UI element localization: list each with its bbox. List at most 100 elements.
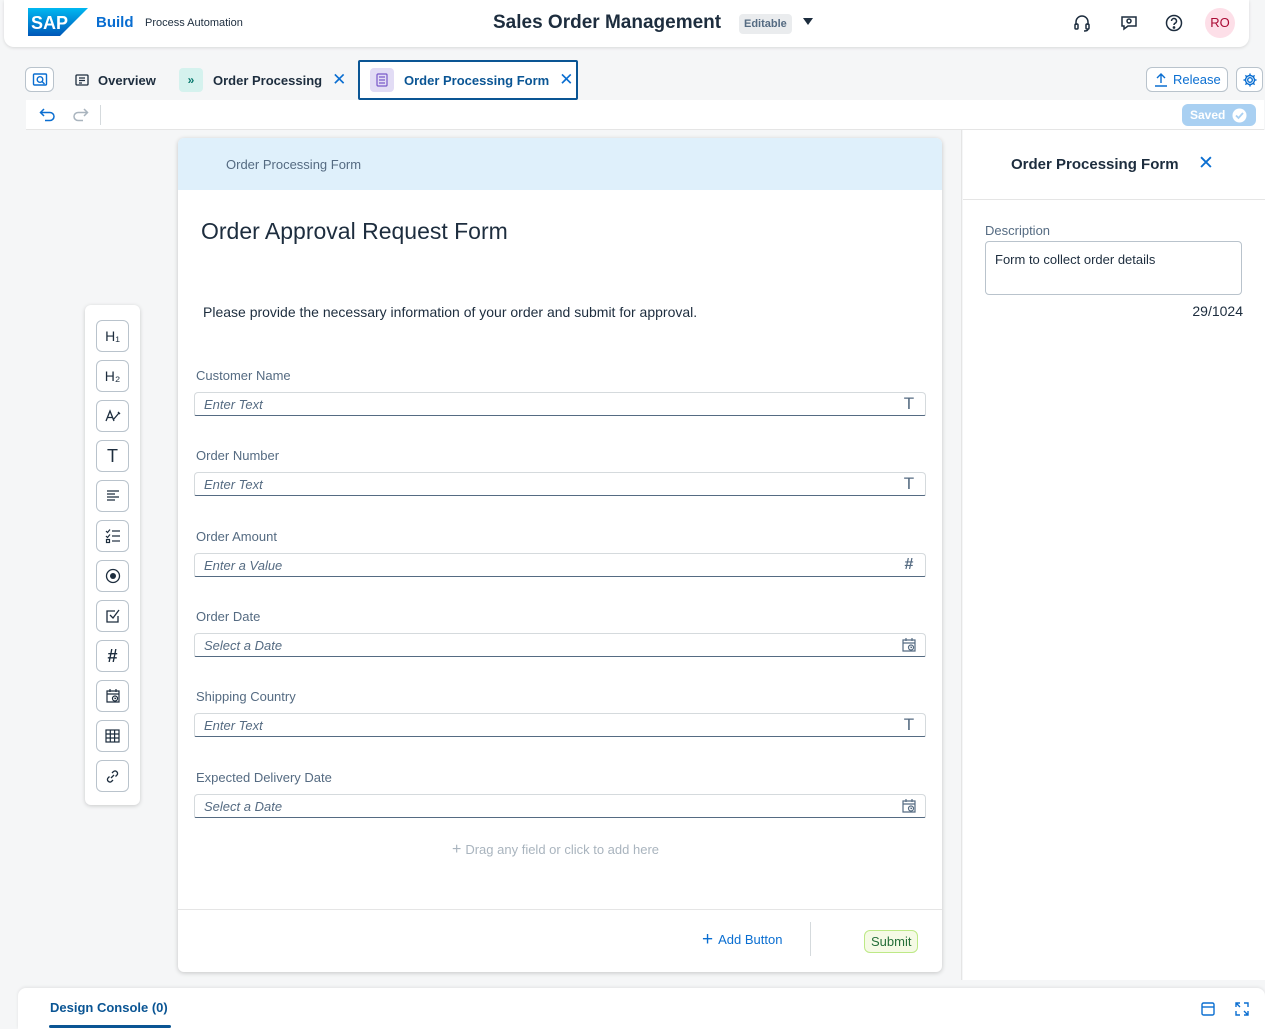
- tab-label: Overview: [98, 72, 156, 88]
- field-label-order-amount: Order Amount: [196, 529, 277, 544]
- form-title[interactable]: Order Approval Request Form: [201, 218, 508, 245]
- heading1-icon: H₁: [105, 328, 120, 344]
- feedback-icon[interactable]: [1119, 13, 1139, 33]
- add-button-button[interactable]: + Add Button: [702, 928, 783, 950]
- add-paragraph-button[interactable]: [96, 400, 129, 432]
- avatar[interactable]: RO: [1205, 8, 1235, 38]
- undo-icon[interactable]: [39, 107, 56, 122]
- tab-order-processing[interactable]: » Order Processing ✕: [179, 60, 346, 100]
- number-type-icon: #: [904, 556, 914, 573]
- gear-icon: [1243, 73, 1257, 87]
- headset-icon[interactable]: [1072, 13, 1092, 33]
- heading2-icon: H₂: [104, 368, 121, 384]
- console-tab-indicator: [49, 1025, 171, 1028]
- check-circle-icon: [1232, 108, 1247, 122]
- text-type-icon: T: [903, 715, 915, 734]
- settings-button[interactable]: [1236, 67, 1263, 92]
- add-checklist-button[interactable]: [96, 520, 129, 552]
- svg-text:SAP: SAP: [31, 13, 68, 33]
- process-icon: »: [179, 68, 203, 92]
- drop-zone-hint[interactable]: + Drag any field or click to add here: [452, 841, 659, 859]
- add-number-button[interactable]: #: [96, 640, 129, 672]
- add-heading2-button[interactable]: H₂: [96, 360, 129, 392]
- field-label-order-date: Order Date: [196, 609, 261, 624]
- form-header: Order Processing Form: [178, 138, 942, 190]
- saved-status: Saved: [1182, 104, 1256, 126]
- add-textarea-button[interactable]: [96, 480, 129, 512]
- description-textarea[interactable]: Form to collect order details: [985, 241, 1242, 295]
- table-icon: [105, 729, 120, 743]
- status-badge: Editable: [739, 14, 792, 34]
- tab-order-processing-form[interactable]: Order Processing Form ✕: [358, 60, 578, 100]
- field-placeholder: Enter a Value: [204, 558, 283, 573]
- expected-delivery-date-input[interactable]: Select a Date: [194, 794, 926, 818]
- shell-bar: SAP Build Process Automation Sales Order…: [4, 0, 1249, 47]
- upload-icon: [1155, 73, 1167, 87]
- checkbox-icon: [105, 609, 120, 623]
- link-icon: [106, 769, 119, 783]
- tab-bar: Overview » Order Processing ✕ Order Proc…: [0, 58, 1265, 100]
- app-title: Sales Order Management: [493, 12, 722, 33]
- radio-icon: [105, 568, 120, 584]
- customer-name-input[interactable]: Enter Text T: [194, 392, 926, 416]
- submit-button[interactable]: Submit: [864, 930, 919, 953]
- close-icon[interactable]: ✕: [1198, 152, 1214, 175]
- field-placeholder: Enter Text: [204, 477, 263, 492]
- properties-panel: Order Processing Form ✕ Description Form…: [963, 130, 1265, 980]
- overview-icon: [75, 74, 89, 86]
- add-button-label: Add Button: [718, 932, 783, 947]
- add-table-button[interactable]: [96, 720, 129, 752]
- panel-header: Order Processing Form ✕: [963, 130, 1265, 200]
- paragraph-icon: [104, 409, 120, 422]
- field-label-expected-delivery-date: Expected Delivery Date: [196, 770, 332, 785]
- form-description[interactable]: Please provide the necessary information…: [203, 304, 697, 320]
- field-placeholder: Select a Date: [204, 638, 283, 653]
- editor-toolbar: Saved: [26, 100, 1264, 130]
- plus-icon: +: [702, 928, 714, 950]
- saved-label: Saved: [1190, 108, 1226, 122]
- fullscreen-icon[interactable]: [1234, 1001, 1250, 1017]
- redo-icon[interactable]: [72, 107, 89, 122]
- field-label-shipping-country: Shipping Country: [196, 689, 296, 704]
- panel-toggle-icon[interactable]: [1200, 1001, 1216, 1017]
- plus-icon: +: [452, 841, 462, 858]
- form-header-label: Order Processing Form: [226, 157, 362, 172]
- tab-label: Order Processing Form: [404, 72, 550, 88]
- add-checkbox-button[interactable]: [96, 600, 129, 632]
- help-icon[interactable]: [1164, 13, 1184, 33]
- text-type-icon: T: [107, 445, 118, 466]
- shipping-country-input[interactable]: Enter Text T: [194, 713, 926, 737]
- tab-overview[interactable]: Overview: [75, 60, 156, 100]
- footer-divider: [810, 922, 811, 956]
- search-icon: [32, 73, 48, 86]
- caret-down-icon[interactable]: [803, 18, 813, 25]
- add-heading1-button[interactable]: H₁: [96, 320, 129, 352]
- tab-label: Order Processing: [213, 72, 323, 88]
- text-area-icon: [106, 490, 119, 501]
- description-label: Description: [985, 223, 1051, 238]
- form-preview-card: Order Processing Form Order Approval Req…: [178, 138, 942, 972]
- order-amount-input[interactable]: Enter a Value #: [194, 553, 926, 577]
- search-project-button[interactable]: [25, 67, 54, 92]
- char-counter: 29/1024: [1192, 303, 1243, 319]
- product-name[interactable]: Build: [96, 14, 134, 31]
- number-type-icon: #: [107, 645, 118, 666]
- sap-logo[interactable]: SAP: [28, 8, 88, 36]
- panel-title: Order Processing Form: [1011, 156, 1179, 173]
- close-icon[interactable]: ✕: [559, 70, 573, 90]
- drop-zone-label: Drag any field or click to add here: [465, 842, 659, 857]
- calendar-icon: [902, 799, 916, 813]
- add-link-button[interactable]: [96, 760, 129, 792]
- console-tab[interactable]: Design Console (0): [50, 1000, 168, 1015]
- close-icon[interactable]: ✕: [332, 70, 346, 90]
- order-date-input[interactable]: Select a Date: [194, 633, 926, 657]
- add-radio-button[interactable]: [96, 560, 129, 592]
- field-label-order-number: Order Number: [196, 448, 280, 463]
- text-type-icon: T: [903, 474, 915, 493]
- field-placeholder: Enter Text: [204, 397, 263, 412]
- release-button[interactable]: Release: [1146, 67, 1228, 92]
- add-text-field-button[interactable]: T: [96, 440, 129, 472]
- add-date-button[interactable]: [96, 680, 129, 712]
- field-label-customer-name: Customer Name: [196, 368, 291, 383]
- order-number-input[interactable]: Enter Text T: [194, 472, 926, 496]
